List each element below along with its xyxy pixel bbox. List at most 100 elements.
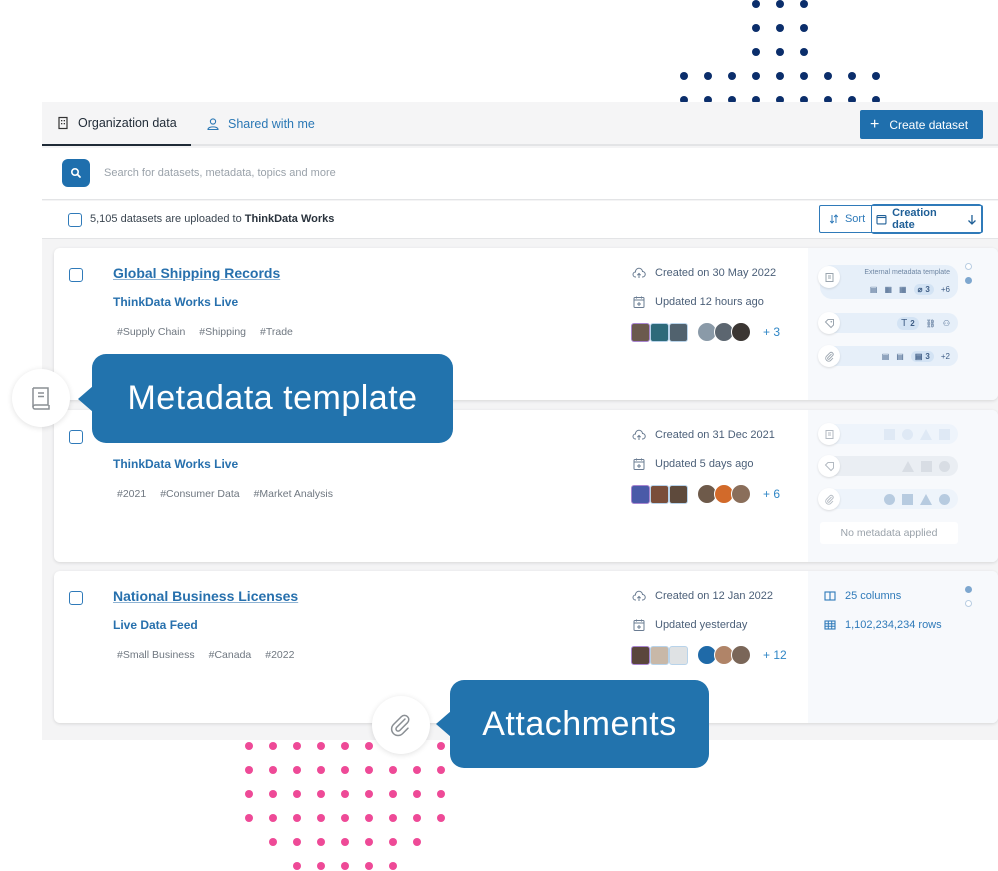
- dataset-source[interactable]: ThinkData Works Live: [113, 457, 238, 471]
- more-users-count[interactable]: + 6: [763, 487, 780, 501]
- book-icon: [32, 387, 50, 410]
- decorative-dot: [776, 48, 784, 56]
- metadata-template-icon-wrap: [818, 266, 840, 288]
- dataset-source[interactable]: Live Data Feed: [113, 618, 198, 632]
- dataset-checkbox[interactable]: [69, 430, 83, 444]
- search-input[interactable]: [104, 161, 704, 185]
- paperclip-icon: [824, 494, 834, 505]
- word-file-badge: ▤ 3: [910, 350, 934, 362]
- user-avatar[interactable]: [731, 322, 751, 342]
- decorative-dot: [800, 72, 808, 80]
- decorative-dot: [824, 72, 832, 80]
- user-avatars: + 3: [631, 322, 780, 342]
- dataset-count: 5,105: [90, 213, 118, 225]
- panel-page-dot[interactable]: [965, 263, 972, 270]
- top-bar: Organization data Shared with me + Creat…: [42, 102, 998, 146]
- attachments-pill[interactable]: ▤ ▤ ▤ 3 +2: [818, 345, 958, 367]
- user-avatar[interactable]: [731, 484, 751, 504]
- decorative-dot: [341, 790, 349, 798]
- tag[interactable]: #Small Business: [117, 649, 195, 661]
- team-avatar[interactable]: [650, 322, 669, 342]
- no-metadata-message: No metadata applied: [820, 522, 958, 544]
- more-attachments-count: +2: [940, 351, 950, 361]
- results-count: 5,105 datasets are uploaded to ThinkData…: [90, 213, 334, 225]
- select-all-checkbox[interactable]: [68, 213, 82, 227]
- triangle-shape: [920, 428, 932, 440]
- team-avatar[interactable]: [650, 484, 669, 504]
- more-users-count[interactable]: + 3: [763, 325, 780, 339]
- team-avatar[interactable]: [669, 484, 688, 504]
- tag[interactable]: #2022: [265, 649, 294, 661]
- tag[interactable]: #Market Analysis: [254, 488, 333, 500]
- attachment-icon-wrap: [818, 488, 840, 510]
- circle-shape: [884, 493, 895, 505]
- tag-icon: [824, 461, 834, 471]
- decorative-dot: [389, 814, 397, 822]
- tag[interactable]: #Canada: [209, 649, 252, 661]
- paperclip-icon: [390, 714, 410, 737]
- tag-list: #2021 #Consumer Data #Market Analysis: [117, 488, 333, 500]
- dataset-source[interactable]: ThinkData Works Live: [113, 295, 238, 309]
- search-icon: [70, 167, 81, 178]
- metadata-template-callout: Metadata template: [78, 354, 453, 443]
- team-avatar[interactable]: [631, 322, 650, 342]
- decorative-dot: [293, 862, 301, 870]
- panel-page-dot-active[interactable]: [965, 277, 972, 284]
- tab-shared-with-me[interactable]: Shared with me: [206, 102, 315, 146]
- create-dataset-button[interactable]: + Create dataset: [860, 110, 983, 139]
- search-button[interactable]: [62, 159, 90, 187]
- decorative-dot: [413, 766, 421, 774]
- decorative-dot: [872, 72, 880, 80]
- cloud-upload-icon: [632, 590, 646, 601]
- metadata-template-pill[interactable]: External metadata template ▤ ▦ ▦ ⌀ 3 +6: [818, 265, 958, 299]
- team-avatar[interactable]: [650, 645, 669, 665]
- tag[interactable]: #Consumer Data: [160, 488, 239, 500]
- decorative-dot: [341, 814, 349, 822]
- circle-shape: [939, 493, 950, 505]
- cloud-upload-icon: [632, 429, 646, 440]
- metadata-template-callout-icon: [12, 369, 70, 427]
- decorative-dot: [776, 72, 784, 80]
- updated-date: Updated 12 hours ago: [632, 295, 764, 309]
- attachment-file-icons: ▤ ▤ ▤ 3 +2: [882, 346, 950, 366]
- tags-metadata-pill[interactable]: T2 ⛓ ⚇: [818, 312, 958, 334]
- tag[interactable]: #Shipping: [199, 326, 246, 338]
- people-icon: ⚇: [942, 318, 950, 328]
- decorative-dot: [341, 862, 349, 870]
- tab-label: Shared with me: [228, 117, 315, 131]
- create-dataset-label: Create dataset: [889, 117, 969, 132]
- tab-label: Organization data: [78, 116, 177, 130]
- created-date: Created on 31 Dec 2021: [632, 428, 775, 442]
- tag-field-icons: T2 ⛓ ⚇: [897, 313, 950, 333]
- panel-page-dot[interactable]: [965, 600, 972, 607]
- template-icon: [825, 429, 833, 439]
- dataset-checkbox[interactable]: [69, 268, 83, 282]
- paperclip-icon: ⌀: [917, 284, 923, 294]
- sort-control[interactable]: Sort Creation date: [819, 204, 983, 234]
- decorative-dot: [341, 742, 349, 750]
- decorative-dot: [269, 838, 277, 846]
- tag[interactable]: #Supply Chain: [117, 326, 185, 338]
- plus-icon: +: [870, 115, 880, 133]
- team-avatar[interactable]: [669, 645, 688, 665]
- tag[interactable]: #Trade: [260, 326, 293, 338]
- sort-field-select[interactable]: Creation date: [871, 204, 982, 234]
- metadata-panel: No metadata applied: [808, 410, 998, 562]
- decorative-dot: [245, 766, 253, 774]
- team-avatar[interactable]: [631, 484, 650, 504]
- more-users-count[interactable]: + 12: [763, 648, 787, 662]
- attachments-callout: Attachments: [436, 680, 709, 768]
- dataset-title-link[interactable]: National Business Licenses: [113, 588, 298, 604]
- tab-organization-data[interactable]: Organization data: [42, 102, 191, 146]
- panel-page-dot-active[interactable]: [965, 586, 972, 593]
- tag[interactable]: #2021: [117, 488, 146, 500]
- user-avatar[interactable]: [731, 645, 751, 665]
- template-icon: [825, 272, 833, 282]
- dataset-checkbox[interactable]: [69, 591, 83, 605]
- dataset-title-link[interactable]: Global Shipping Records: [113, 265, 280, 281]
- team-avatar[interactable]: [631, 645, 650, 665]
- attachments-callout-icon: [372, 696, 430, 754]
- tag-icon-wrap: [818, 455, 840, 477]
- decorative-dot: [752, 72, 760, 80]
- team-avatar[interactable]: [669, 322, 688, 342]
